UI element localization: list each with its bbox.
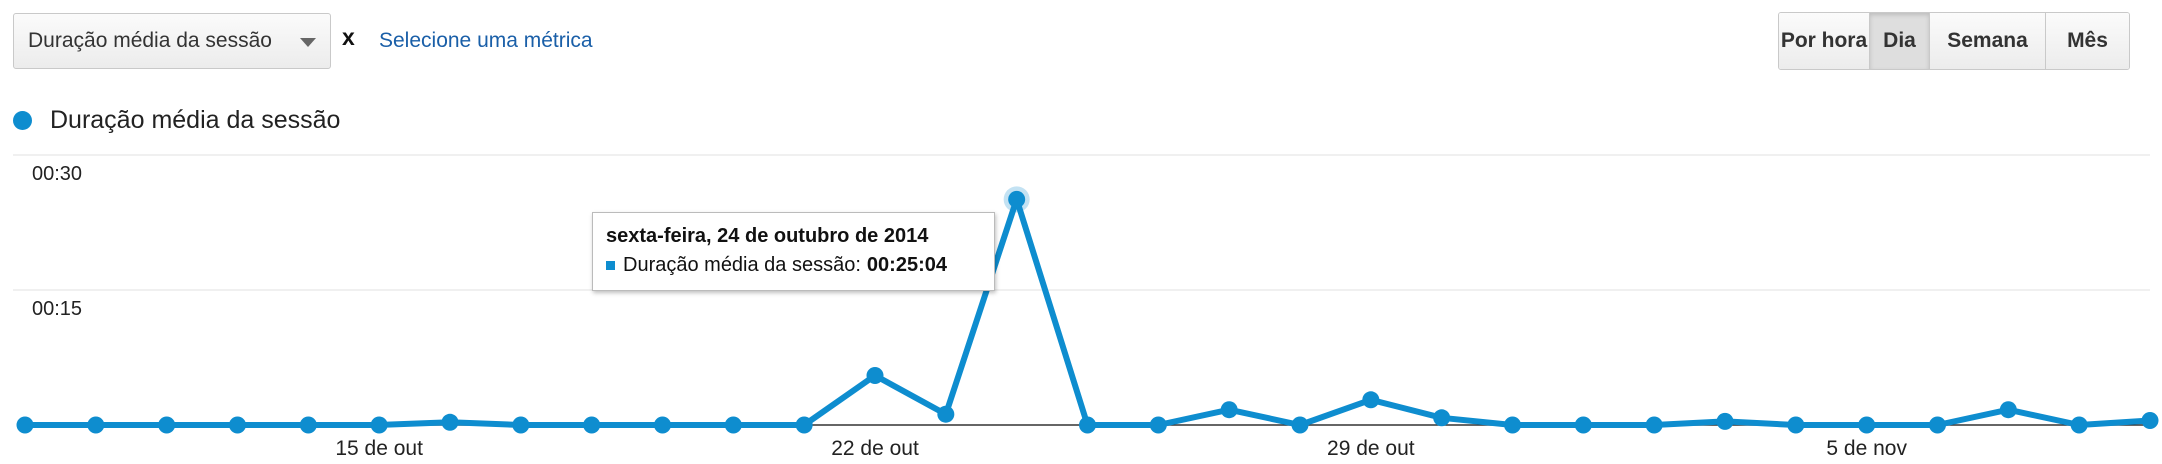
- x-tick-label: 15 de out: [335, 437, 423, 460]
- data-point: [1858, 416, 1876, 434]
- data-point: [1291, 416, 1309, 434]
- y-tick-label: 00:15: [32, 298, 82, 320]
- data-point: [441, 413, 459, 431]
- data-point: [1220, 401, 1238, 419]
- x-tick-label: 5 de nov: [1826, 437, 1907, 460]
- data-point: [1645, 416, 1663, 434]
- data-point: [87, 416, 105, 434]
- tooltip-series-label: Duração média da sessão:: [623, 254, 861, 276]
- data-point: [1574, 416, 1592, 434]
- data-point: [16, 416, 34, 434]
- x-tick-label: 29 de out: [1327, 437, 1415, 460]
- data-point: [299, 416, 317, 434]
- tooltip-series-swatch-icon: [606, 261, 615, 270]
- data-point: [1079, 416, 1096, 434]
- data-point: [866, 367, 884, 384]
- data-point: [724, 416, 742, 434]
- data-point: [1716, 412, 1734, 430]
- data-point: [583, 416, 601, 434]
- data-point: [1787, 416, 1805, 434]
- tooltip-title: sexta-feira, 24 de outubro de 2014: [606, 225, 929, 247]
- data-point: [1362, 391, 1380, 409]
- data-point: [2141, 412, 2159, 429]
- data-point: [1433, 409, 1451, 427]
- line-chart: 00:15 00:30 15 de out 22 de out 29 de out 5 d…: [13, 154, 2159, 460]
- data-point: [795, 416, 813, 434]
- data-point: [229, 416, 246, 434]
- data-point: [654, 416, 671, 434]
- data-point: [512, 416, 530, 434]
- data-point: [1504, 416, 1521, 434]
- data-point: [937, 405, 955, 423]
- chart-tooltip: sexta-feira, 24 de outubro de 2014 Duraç…: [592, 212, 995, 291]
- y-tick-label: 00:30: [32, 163, 82, 185]
- data-point: [1149, 416, 1167, 434]
- data-point: [2070, 416, 2088, 434]
- data-point: [370, 416, 388, 434]
- data-point: [1999, 401, 2017, 419]
- data-point: [1929, 416, 1946, 434]
- tooltip-value: 00:25:04: [866, 254, 947, 276]
- data-point: [158, 416, 176, 434]
- data-point: [1008, 190, 1026, 208]
- x-tick-label: 22 de out: [831, 437, 919, 460]
- series-line: [25, 196, 2151, 428]
